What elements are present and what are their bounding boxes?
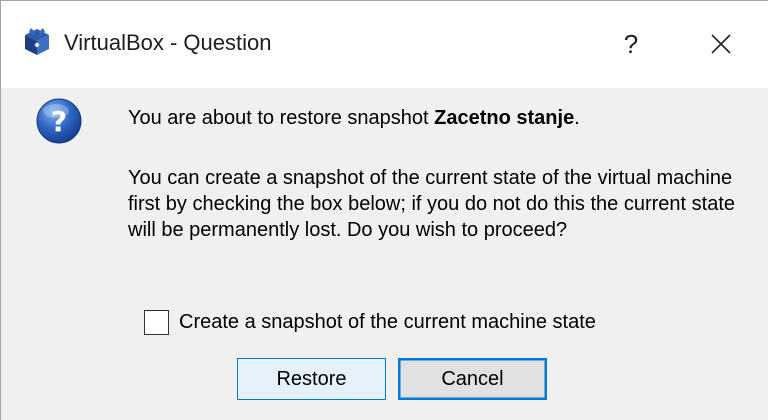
help-button[interactable]: ? [588,0,674,88]
question-dialog: VirtualBox - Question ? ? You are about … [0,0,768,420]
virtualbox-cube-icon [25,28,49,55]
question-icon: ? [36,98,82,144]
snapshot-name: Zacetno stanje [434,107,575,129]
close-icon [711,34,731,54]
svg-text:?: ? [51,105,67,138]
warning-message: You can create a snapshot of the current… [128,167,736,241]
create-snapshot-checkbox[interactable] [144,309,169,335]
message-suffix: . [574,107,580,129]
create-snapshot-option[interactable]: Create a snapshot of the current machine… [144,307,596,337]
restore-message: You are about to restore snapshot Zacetn… [128,105,728,131]
window-title: VirtualBox - Question [64,30,272,55]
create-snapshot-label[interactable]: Create a snapshot of the current machine… [179,309,596,335]
close-button[interactable] [674,0,768,88]
restore-button[interactable]: Restore [237,358,386,400]
cancel-button[interactable]: Cancel [398,358,547,400]
title-bar[interactable]: VirtualBox - Question ? [0,0,768,88]
message-prefix: You are about to restore snapshot [128,107,435,129]
